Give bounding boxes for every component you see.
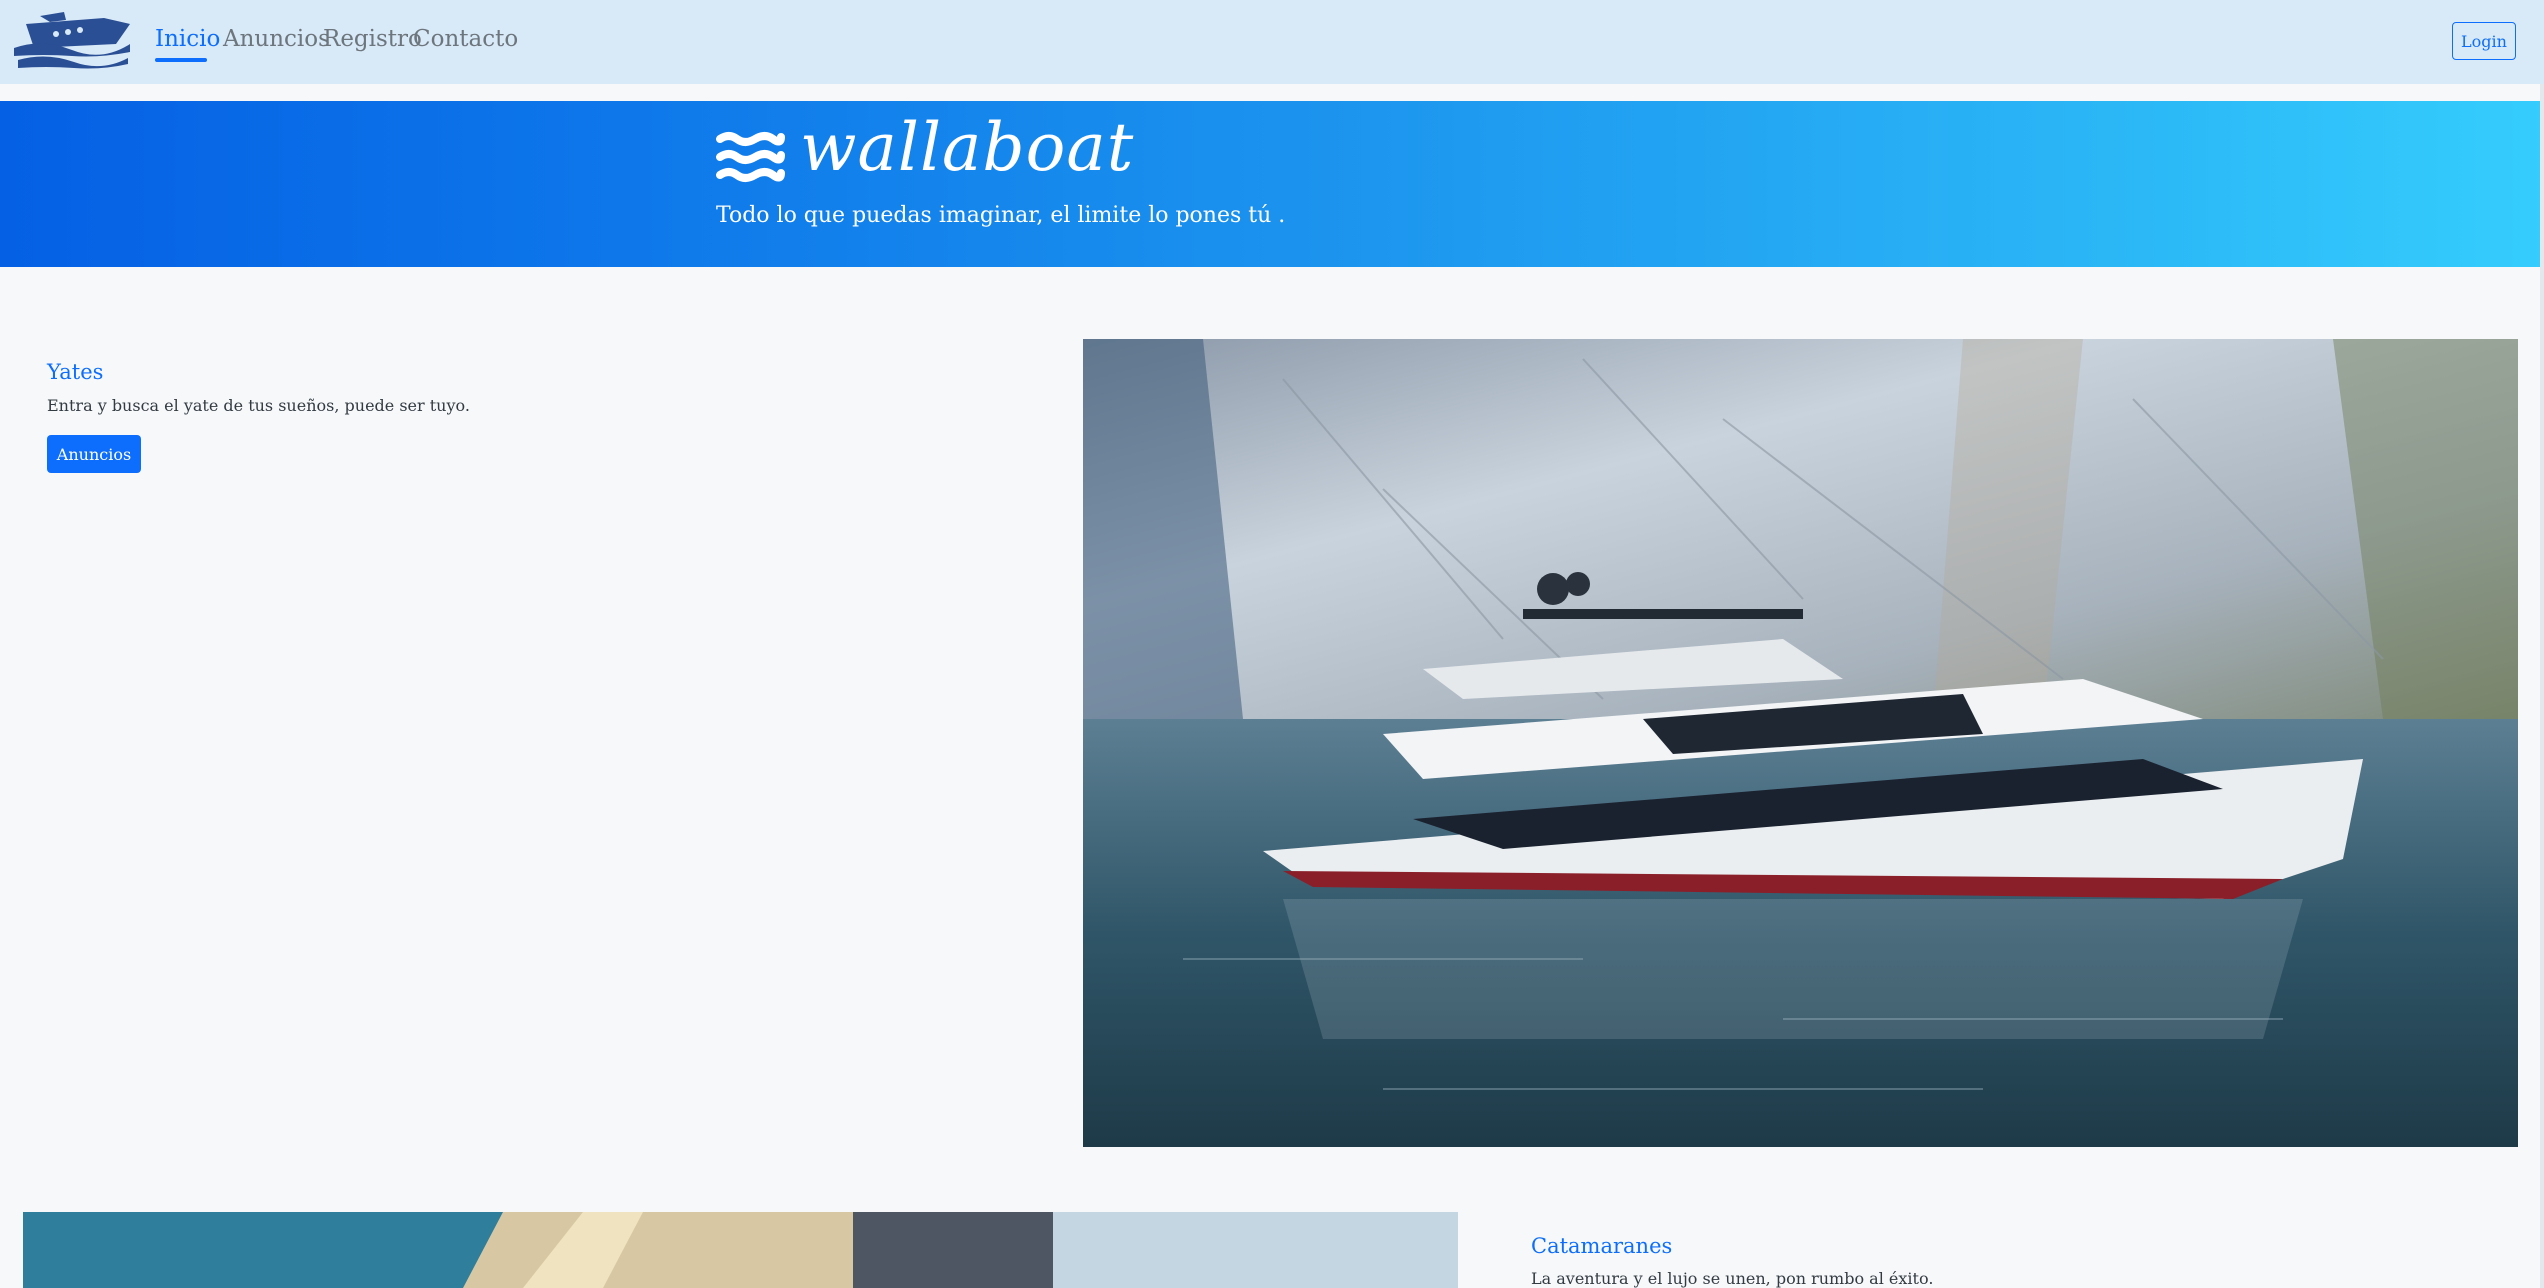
nav-link-registro[interactable]: Registro (323, 26, 422, 52)
nav-link-contacto[interactable]: Contacto (413, 26, 518, 52)
catamaran-photo (23, 1212, 1458, 1288)
hero-banner: wallaboat Todo lo que puedas imaginar, e… (0, 101, 2544, 267)
hero-subtitle: Todo lo que puedas imaginar, el limite l… (716, 203, 1286, 228)
waves-icon (716, 132, 785, 182)
anuncios-button[interactable]: Anuncios (47, 435, 141, 473)
nav-link-anuncios[interactable]: Anuncios (223, 26, 330, 52)
boat-logo-icon[interactable] (12, 8, 132, 74)
section-title-yates: Yates (47, 360, 104, 384)
navbar: Inicio Anuncios Registro Contacto Login (0, 0, 2544, 84)
scrollbar[interactable] (2540, 84, 2544, 1288)
section-title-catamaranes: Catamaranes (1531, 1234, 1673, 1258)
section-text-yates: Entra y busca el yate de tus sueños, pue… (47, 396, 470, 415)
brand-name: wallaboat (800, 109, 1135, 186)
section-text-catamaranes: La aventura y el lujo se unen, pon rumbo… (1531, 1269, 1934, 1288)
nav-link-inicio[interactable]: Inicio (155, 26, 220, 52)
yacht-photo (1083, 339, 2518, 1147)
active-nav-indicator (155, 58, 207, 62)
login-button[interactable]: Login (2452, 22, 2516, 60)
